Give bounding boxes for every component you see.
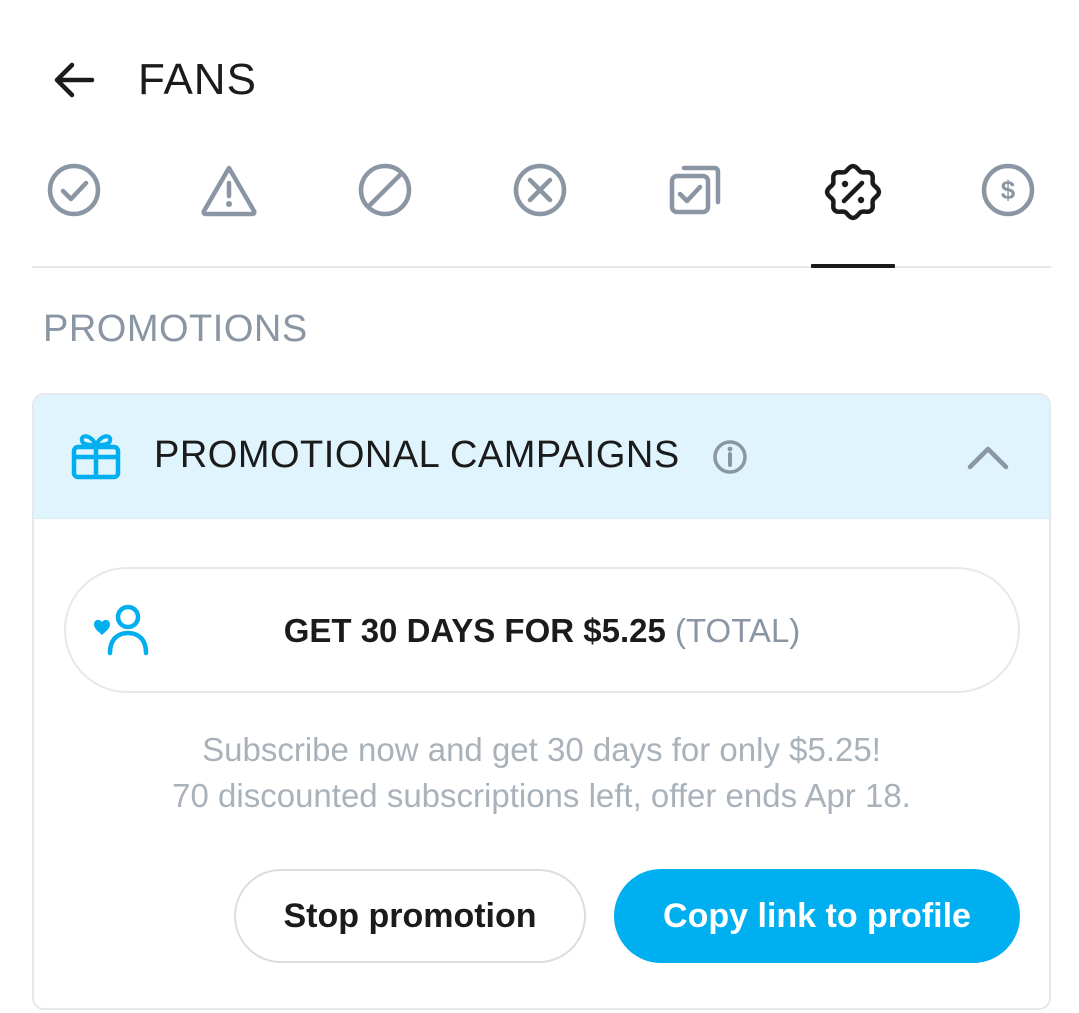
offer-suffix: (TOTAL) (675, 612, 801, 649)
stacked-check-icon (669, 165, 721, 215)
tab-active-fans[interactable] (32, 150, 116, 266)
chevron-up-icon[interactable] (964, 435, 1012, 479)
offer-description-line1: Subscribe now and get 30 days for only $… (202, 731, 881, 768)
gift-icon (71, 434, 121, 480)
card-title: PROMOTIONAL CAMPAIGNS (154, 434, 680, 476)
discount-badge-icon (824, 163, 882, 221)
tab-paid[interactable]: $ (966, 150, 1050, 266)
card-header[interactable]: PROMOTIONAL CAMPAIGNS (34, 395, 1049, 519)
section-title: PROMOTIONS (43, 308, 308, 350)
tab-expired[interactable] (498, 150, 582, 266)
offer-main: GET 30 DAYS FOR $5.25 (283, 612, 666, 649)
promotional-campaigns-card: PROMOTIONAL CAMPAIGNS GET 30 DAYS FOR $5… (32, 393, 1051, 1010)
offer-description-line2: 70 discounted subscriptions left, offer … (172, 777, 911, 814)
back-button[interactable] (42, 48, 106, 112)
stop-promotion-button[interactable]: Stop promotion (234, 869, 586, 963)
x-circle-icon (513, 163, 567, 217)
info-icon[interactable] (712, 439, 748, 475)
filter-tabs: $ (32, 150, 1051, 268)
check-circle-icon (47, 163, 101, 217)
dollar-circle-icon: $ (981, 163, 1035, 217)
tab-bundles[interactable] (654, 150, 738, 266)
page-title: FANS (138, 55, 257, 104)
tab-promotions[interactable] (811, 150, 895, 268)
tab-blocked[interactable] (343, 150, 427, 266)
block-icon (358, 163, 412, 217)
arrow-left-icon (54, 62, 95, 98)
offer-pill: GET 30 DAYS FOR $5.25 (TOTAL) (64, 567, 1020, 693)
svg-text:$: $ (1001, 175, 1016, 205)
warning-triangle-icon (201, 165, 257, 217)
tab-restricted[interactable] (187, 150, 271, 266)
copy-link-button[interactable]: Copy link to profile (614, 869, 1020, 963)
offer-text: GET 30 DAYS FOR $5.25 (TOTAL) (66, 609, 1018, 653)
app-header: FANS (0, 0, 1079, 150)
